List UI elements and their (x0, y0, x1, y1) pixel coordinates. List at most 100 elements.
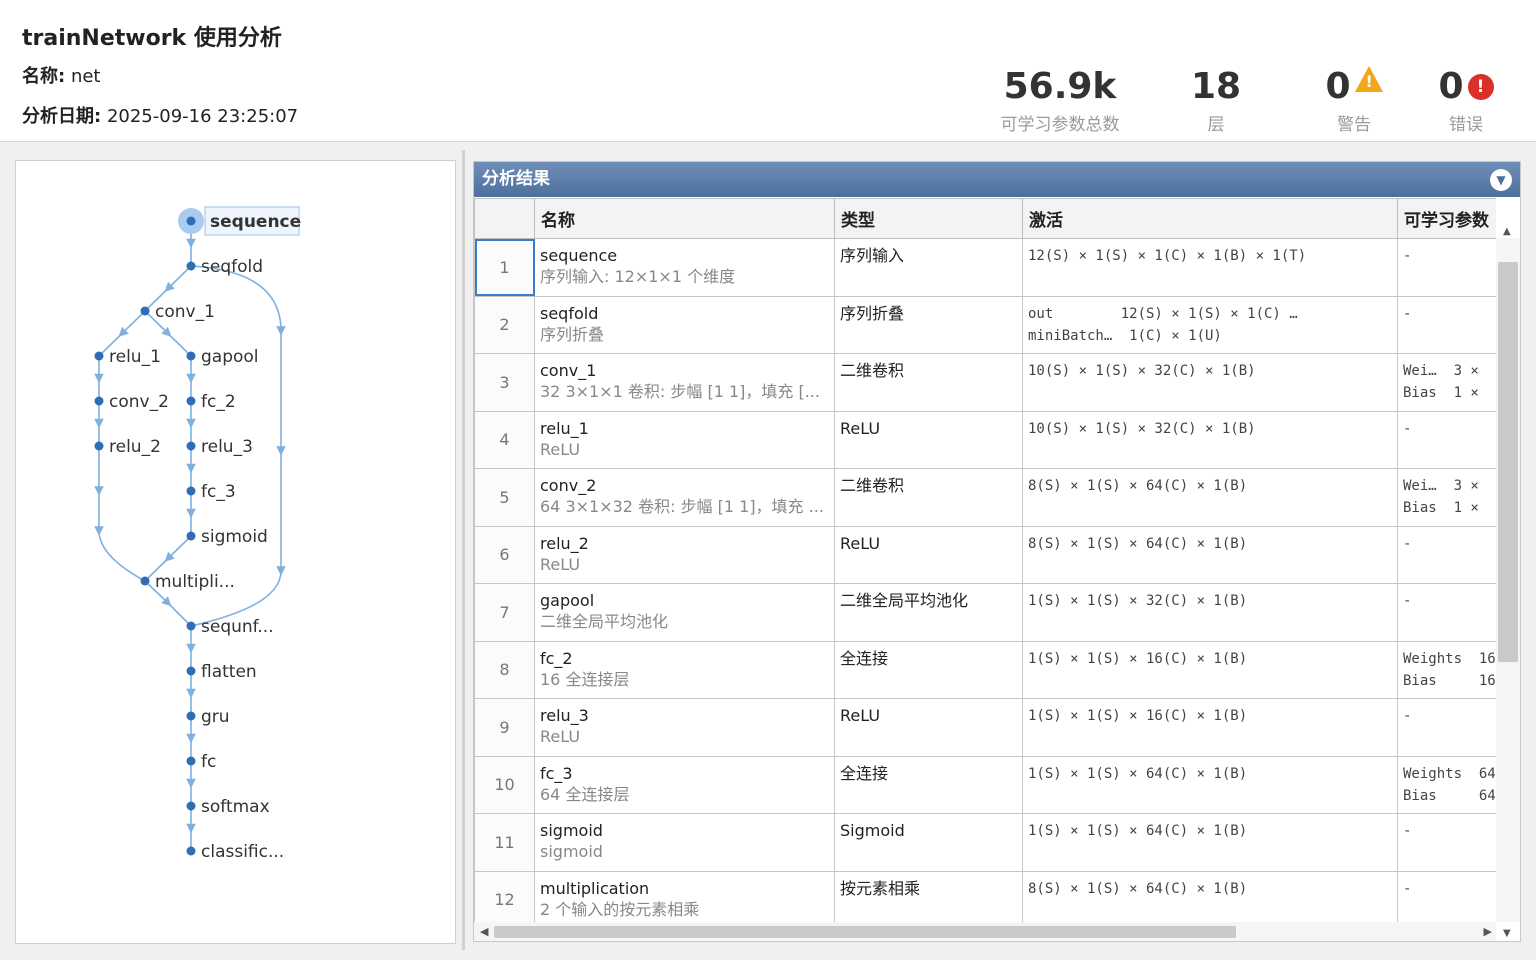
learnables-cell[interactable]: - (1397, 238, 1496, 297)
vertical-scrollbar[interactable]: ▲ ▼ (1496, 226, 1520, 939)
graph-node-flatten[interactable] (186, 666, 196, 676)
table-row[interactable]: 12 multiplication 2 个输入的按元素相乘 按元素相乘 8(S) × 1… (474, 870, 1496, 922)
activations-cell[interactable]: 1(S) × 1(S) × 32(C) × 1(B) (1022, 583, 1398, 642)
layer-name-cell[interactable]: sequence 序列输入: 12×1×1 个维度 (534, 238, 835, 297)
layer-name-cell[interactable]: multiplication 2 个输入的按元素相乘 (534, 870, 835, 922)
activations-cell[interactable]: 8(S) × 1(S) × 64(C) × 1(B) (1022, 870, 1398, 922)
row-index[interactable]: 2 (474, 295, 535, 354)
layer-type-cell[interactable]: 序列折叠 (834, 295, 1023, 354)
graph-node-gapool[interactable] (186, 351, 196, 361)
learnables-cell[interactable]: Weights 64 Bias 64 (1397, 755, 1496, 814)
layer-type-cell[interactable]: 全连接 (834, 755, 1023, 814)
table-row[interactable]: 1 sequence 序列输入: 12×1×1 个维度 序列输入 12(S) × 1(S… (474, 238, 1496, 297)
layer-type-cell[interactable]: 全连接 (834, 640, 1023, 699)
graph-node-label-multiplication[interactable]: multipli... (155, 572, 235, 592)
layer-type-cell[interactable]: 二维全局平均池化 (834, 583, 1023, 642)
layer-type-cell[interactable]: 序列输入 (834, 238, 1023, 297)
learnables-cell[interactable]: Weights 16 Bias 16 (1397, 640, 1496, 699)
row-index[interactable]: 10 (474, 755, 535, 814)
graph-node-softmax[interactable] (186, 801, 196, 811)
collapse-chevron-icon[interactable]: ▼ (1490, 169, 1512, 191)
row-index[interactable]: 12 (474, 870, 535, 922)
graph-node-seqfold[interactable] (186, 261, 196, 271)
graph-node-label-fc_2[interactable]: fc_2 (201, 392, 236, 412)
layer-name-cell[interactable]: conv_2 64 3×1×32 卷积: 步幅 [1 1]，填充 ... (534, 468, 835, 527)
row-index[interactable]: 9 (474, 698, 535, 757)
graph-node-label-softmax[interactable]: softmax (201, 797, 270, 817)
graph-node-conv_2[interactable] (94, 396, 104, 406)
learnables-cell[interactable]: Wei… 3 × Bias 1 × (1397, 353, 1496, 412)
learnables-cell[interactable]: - (1397, 698, 1496, 757)
learnables-cell[interactable]: - (1397, 813, 1496, 872)
learnables-cell[interactable]: Wei… 3 × Bias 1 × (1397, 468, 1496, 527)
layer-type-cell[interactable]: ReLU (834, 525, 1023, 584)
learnables-cell[interactable]: - (1397, 410, 1496, 469)
column-header-learnables[interactable]: 可学习参数 (1397, 198, 1496, 239)
activations-cell[interactable]: 8(S) × 1(S) × 64(C) × 1(B) (1022, 468, 1398, 527)
panel-splitter[interactable] (462, 150, 465, 950)
graph-node-conv_1[interactable] (140, 306, 150, 316)
activations-cell[interactable]: 10(S) × 1(S) × 32(C) × 1(B) (1022, 410, 1398, 469)
layer-type-cell[interactable]: 二维卷积 (834, 468, 1023, 527)
activations-cell[interactable]: 1(S) × 1(S) × 16(C) × 1(B) (1022, 640, 1398, 699)
graph-node-sigmoid[interactable] (186, 531, 196, 541)
layer-name-cell[interactable]: conv_1 32 3×1×1 卷积: 步幅 [1 1]，填充 [... (534, 353, 835, 412)
graph-node-label-flatten[interactable]: flatten (201, 662, 257, 682)
graph-node-label-classification[interactable]: classific... (201, 842, 284, 862)
graph-node-multiplication[interactable] (140, 576, 150, 586)
graph-node-label-relu_3[interactable]: relu_3 (201, 437, 253, 457)
stat-warnings[interactable]: 0 警告 (1318, 66, 1390, 135)
layer-name-cell[interactable]: seqfold 序列折叠 (534, 295, 835, 354)
row-index[interactable]: 1 (474, 238, 535, 297)
graph-node-label-seqfold[interactable]: seqfold (201, 257, 263, 277)
column-header-type[interactable]: 类型 (834, 198, 1023, 239)
graph-node-relu_1[interactable] (94, 351, 104, 361)
layer-graph[interactable]: sequenceseqfoldconv_1relu_1 gapoolconv_2 f… (16, 161, 457, 945)
layer-type-cell[interactable]: 按元素相乘 (834, 870, 1023, 922)
layer-name-cell[interactable]: relu_1 ReLU (534, 410, 835, 469)
activations-cell[interactable]: 1(S) × 1(S) × 16(C) × 1(B) (1022, 698, 1398, 757)
scroll-left-icon[interactable]: ◀ (480, 925, 488, 938)
graph-node-label-sequence[interactable]: sequence (210, 212, 301, 232)
horizontal-scroll-thumb[interactable] (494, 926, 1236, 938)
column-header-activations[interactable]: 激活 (1022, 198, 1398, 239)
graph-node-fc_2[interactable] (186, 396, 196, 406)
graph-node-label-gru[interactable]: gru (201, 707, 230, 727)
horizontal-scrollbar[interactable]: ◀ ▶ (474, 922, 1496, 941)
graph-node-label-relu_2[interactable]: relu_2 (109, 437, 161, 457)
row-index[interactable]: 7 (474, 583, 535, 642)
graph-node-label-relu_1[interactable]: relu_1 (109, 347, 161, 367)
activations-cell[interactable]: 1(S) × 1(S) × 64(C) × 1(B) (1022, 755, 1398, 814)
layer-name-cell[interactable]: fc_2 16 全连接层 (534, 640, 835, 699)
table-row[interactable]: 11 sigmoid sigmoid Sigmoid 1(S) × 1(S) × 64(… (474, 813, 1496, 872)
activations-cell[interactable]: out 12(S) × 1(S) × 1(C) … miniBatch… 1(C)… (1022, 295, 1398, 354)
row-index[interactable]: 6 (474, 525, 535, 584)
layer-type-cell[interactable]: 二维卷积 (834, 353, 1023, 412)
table-row[interactable]: 7 gapool 二维全局平均池化 二维全局平均池化 1(S) × 1(S) × 32(… (474, 583, 1496, 642)
activations-cell[interactable]: 12(S) × 1(S) × 1(C) × 1(B) × 1(T) (1022, 238, 1398, 297)
activations-cell[interactable]: 1(S) × 1(S) × 64(C) × 1(B) (1022, 813, 1398, 872)
layer-type-cell[interactable]: Sigmoid (834, 813, 1023, 872)
scroll-down-icon[interactable]: ▼ (1503, 928, 1513, 939)
row-index[interactable]: 11 (474, 813, 535, 872)
learnables-cell[interactable]: - (1397, 295, 1496, 354)
graph-node-classification[interactable] (186, 846, 196, 856)
graph-node-fc_3[interactable] (186, 486, 196, 496)
layer-name-cell[interactable]: fc_3 64 全连接层 (534, 755, 835, 814)
row-index[interactable]: 4 (474, 410, 535, 469)
layer-name-cell[interactable]: gapool 二维全局平均池化 (534, 583, 835, 642)
learnables-cell[interactable]: - (1397, 583, 1496, 642)
graph-node-fc[interactable] (186, 756, 196, 766)
layer-name-cell[interactable]: relu_3 ReLU (534, 698, 835, 757)
column-header-name[interactable]: 名称 (534, 198, 835, 239)
layer-type-cell[interactable]: ReLU (834, 410, 1023, 469)
vertical-scroll-thumb[interactable] (1498, 262, 1518, 662)
graph-node-label-sequnfold[interactable]: sequnf... (201, 617, 274, 637)
table-row[interactable]: 3 conv_1 32 3×1×1 卷积: 步幅 [1 1]，填充 [... 二维卷积… (474, 353, 1496, 412)
table-row[interactable]: 4 relu_1 ReLU ReLU 10(S) × 1(S) × 32(C) × 1(… (474, 410, 1496, 469)
graph-node-gru[interactable] (186, 711, 196, 721)
graph-node-sequnfold[interactable] (186, 621, 196, 631)
table-row[interactable]: 5 conv_2 64 3×1×32 卷积: 步幅 [1 1]，填充 ... 二维卷积… (474, 468, 1496, 527)
graph-node-sequence[interactable] (186, 216, 196, 226)
scroll-up-icon[interactable]: ▲ (1503, 226, 1513, 237)
